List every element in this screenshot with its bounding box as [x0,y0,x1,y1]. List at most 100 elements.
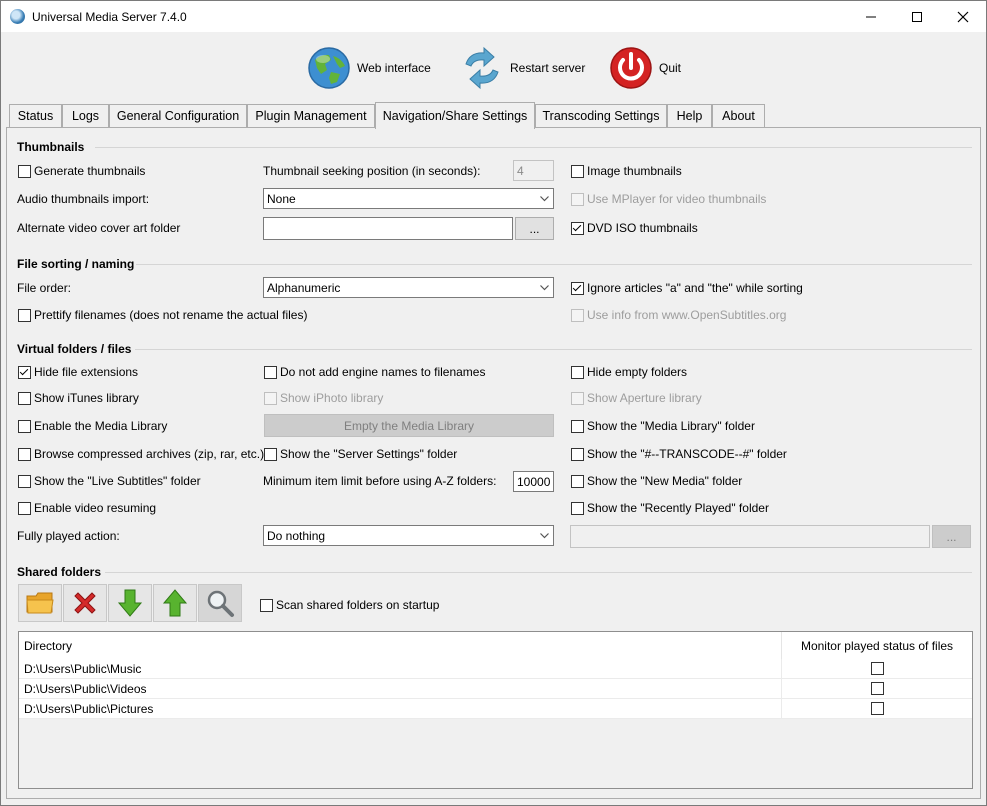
server-settings-folder-label: Show the "Server Settings" folder [280,447,458,461]
close-icon [957,11,969,22]
delete-x-icon [74,592,96,614]
monitor-checkbox[interactable] [870,682,884,695]
thumbnail-seek-input[interactable]: 4 [513,160,554,181]
audio-thumbnails-import-select[interactable]: None [263,188,554,209]
tab-help[interactable]: Help [667,104,712,127]
directory-cell: D:\Users\Public\Pictures [19,699,782,718]
enable-media-library-checkbox[interactable] [18,420,31,433]
maximize-icon [912,11,922,22]
thumbnail-seek-label: Thumbnail seeking position (in seconds): [263,164,481,178]
scan-folder-button[interactable] [198,584,242,622]
fully-played-action-select[interactable]: Do nothing [263,525,554,546]
show-aperture-checkbox[interactable] [571,392,584,405]
minimize-button[interactable] [848,1,894,32]
section-divider [135,349,972,350]
scan-on-startup-label: Scan shared folders on startup [276,598,440,612]
browse-cover-art-button[interactable]: ... [515,217,554,240]
show-iphoto-label: Show iPhoto library [280,391,384,405]
use-mplayer-checkbox[interactable] [571,193,584,206]
column-header-monitor[interactable]: Monitor played status of files [782,632,972,659]
globe-icon [307,46,351,90]
select-value: None [267,192,296,206]
file-order-label: File order: [17,281,72,295]
generate-thumbnails-checkbox[interactable] [18,165,31,178]
show-itunes-checkbox[interactable] [18,392,31,405]
live-subtitles-folder-checkbox[interactable] [18,475,31,488]
section-divider [136,264,972,265]
tab-logs[interactable]: Logs [62,104,109,127]
shared-folders-header: Shared folders [17,565,102,579]
table-row[interactable]: D:\Users\Public\Videos [19,679,972,699]
new-media-folder-checkbox[interactable] [571,475,584,488]
file-order-select[interactable]: Alphanumeric [263,277,554,298]
transcode-folder-checkbox[interactable] [571,448,584,461]
window-title: Universal Media Server 7.4.0 [32,10,187,24]
column-header-directory[interactable]: Directory [19,632,782,659]
recently-played-folder-label: Show the "Recently Played" folder [587,501,769,515]
main-window: Universal Media Server 7.4.0 Web interfa… [0,0,987,806]
shared-folders-table: Directory Monitor played status of files… [18,631,973,789]
no-engine-names-checkbox[interactable] [264,366,277,379]
alternate-cover-art-input[interactable] [263,217,513,240]
section-divider [105,572,972,573]
enable-video-resuming-checkbox[interactable] [18,502,31,515]
move-down-button[interactable] [108,584,152,622]
browse-archives-checkbox[interactable] [18,448,31,461]
fully-played-folder-input[interactable] [570,525,930,548]
web-interface-button[interactable]: Web interface [307,44,431,92]
add-folder-button[interactable] [18,584,62,622]
prettify-filenames-label: Prettify filenames (does not rename the … [34,308,308,322]
tab-status[interactable]: Status [9,104,62,127]
dvd-iso-thumbnails-checkbox[interactable] [571,222,584,235]
table-row[interactable]: D:\Users\Public\Music [19,659,972,679]
opensubtitles-checkbox[interactable] [571,309,584,322]
min-item-limit-label: Minimum item limit before using A-Z fold… [263,474,497,488]
chevron-down-icon [536,278,553,297]
server-settings-folder-checkbox[interactable] [264,448,277,461]
toolbar: Web interface Restart server Quit [1,32,986,102]
tab-transcoding-settings[interactable]: Transcoding Settings [535,104,667,127]
quit-button[interactable]: Quit [609,44,681,92]
move-up-button[interactable] [153,584,197,622]
close-button[interactable] [940,1,986,32]
alternate-cover-art-label: Alternate video cover art folder [17,221,181,235]
enable-media-library-label: Enable the Media Library [34,419,168,433]
directory-cell: D:\Users\Public\Videos [19,679,782,698]
empty-media-library-button[interactable]: Empty the Media Library [264,414,554,437]
restart-server-button[interactable]: Restart server [460,44,585,92]
image-thumbnails-checkbox[interactable] [571,165,584,178]
hide-file-extensions-checkbox[interactable] [18,366,31,379]
hide-empty-folders-checkbox[interactable] [571,366,584,379]
transcode-folder-label: Show the "#--TRANSCODE--#" folder [587,447,787,461]
image-thumbnails-label: Image thumbnails [587,164,682,178]
scan-on-startup-checkbox[interactable] [260,599,273,612]
select-value: Do nothing [267,529,326,543]
table-row[interactable]: D:\Users\Public\Pictures [19,699,972,719]
opensubtitles-label: Use info from www.OpenSubtitles.org [587,308,787,322]
power-icon [609,46,653,90]
generate-thumbnails-label: Generate thumbnails [34,164,146,178]
tab-navigation-share-settings[interactable]: Navigation/Share Settings [375,102,535,129]
show-media-library-folder-checkbox[interactable] [571,420,584,433]
remove-folder-button[interactable] [63,584,107,622]
tab-plugin-management[interactable]: Plugin Management [247,104,375,127]
app-icon [10,9,25,24]
tab-general-configuration[interactable]: General Configuration [109,104,247,127]
prettify-filenames-checkbox[interactable] [18,309,31,322]
monitor-checkbox[interactable] [870,702,884,715]
monitor-checkbox[interactable] [870,662,884,675]
hide-file-extensions-label: Hide file extensions [34,365,139,379]
section-divider [95,147,972,148]
fully-played-action-label: Fully played action: [17,529,120,543]
browse-archives-label: Browse compressed archives (zip, rar, et… [34,447,265,461]
show-itunes-label: Show iTunes library [34,391,139,405]
min-item-limit-input[interactable]: 10000 [513,471,554,492]
recently-played-folder-checkbox[interactable] [571,502,584,515]
show-iphoto-checkbox[interactable] [264,392,277,405]
ignore-articles-label: Ignore articles "a" and "the" while sort… [587,281,803,295]
table-header: Directory Monitor played status of files [19,632,972,660]
maximize-button[interactable] [894,1,940,32]
fully-played-browse-button[interactable]: ... [932,525,971,548]
tab-about[interactable]: About [712,104,765,127]
ignore-articles-checkbox[interactable] [571,282,584,295]
